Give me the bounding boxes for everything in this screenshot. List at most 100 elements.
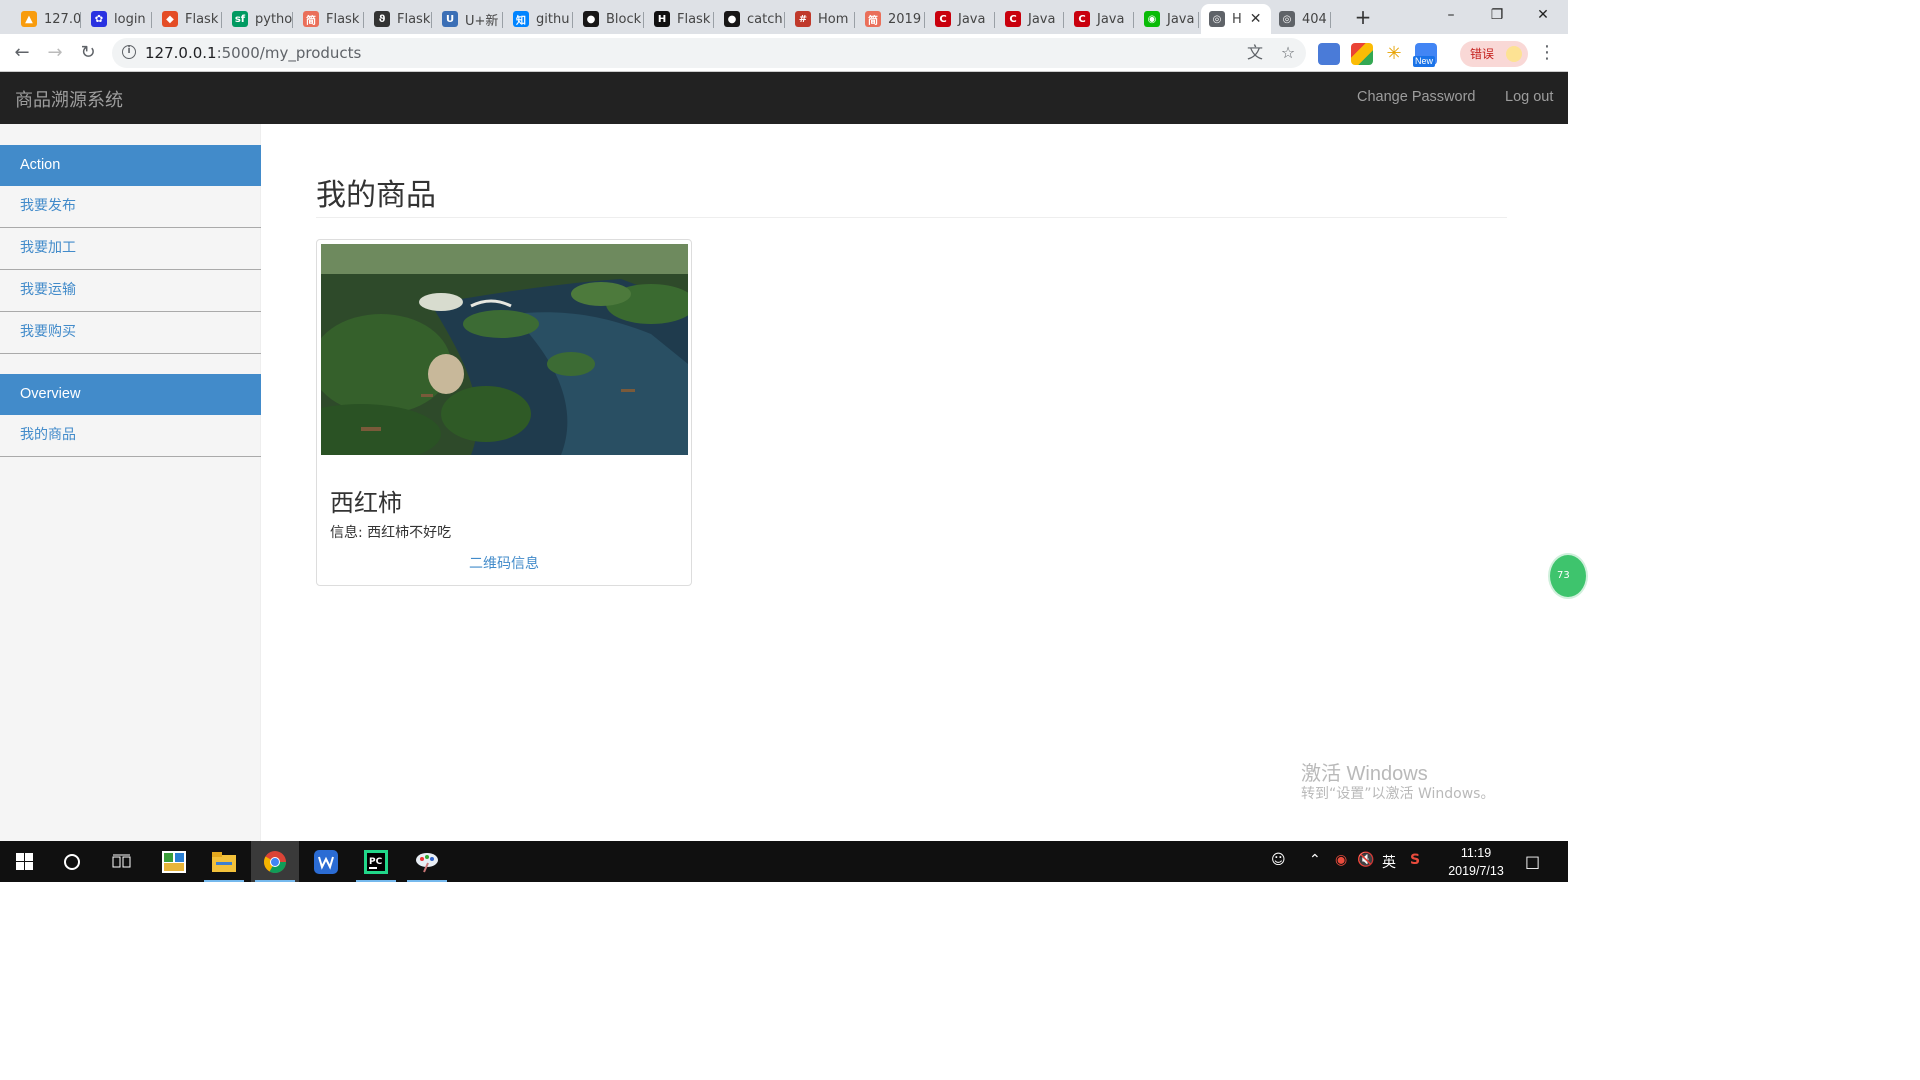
- maps-app-icon[interactable]: [150, 841, 198, 882]
- tab-title: H: [1232, 11, 1242, 27]
- browser-tab[interactable]: ● Block: [575, 4, 644, 34]
- chrome-running-indicator: [255, 880, 295, 882]
- start-windows-icon[interactable]: [0, 841, 48, 882]
- url-host: 127.0.0.1: [145, 44, 217, 62]
- app-navbar: 商品溯源系统 Change Password Log out: [0, 72, 1568, 124]
- wps-writer-icon[interactable]: [302, 841, 350, 882]
- back-button[interactable]: ←: [10, 41, 34, 65]
- browser-tab[interactable]: U U+新: [434, 4, 503, 34]
- sidebar-item-purchase[interactable]: 我要购买: [0, 312, 261, 354]
- browser-tab[interactable]: # Hom: [787, 4, 855, 34]
- search-circle-icon[interactable]: [48, 841, 96, 882]
- browser-tab[interactable]: ✿ login: [83, 4, 152, 34]
- forward-button[interactable]: →: [43, 41, 67, 65]
- tab-separator: [854, 12, 855, 28]
- tab-title: Hom: [818, 11, 849, 27]
- pycharm-icon[interactable]: PC: [352, 841, 400, 882]
- browser-tab[interactable]: C Java: [927, 4, 995, 34]
- action-center-icon[interactable]: □: [1525, 852, 1540, 871]
- clock-time: 11:19: [1460, 846, 1492, 860]
- sidebar-item-publish[interactable]: 我要发布: [0, 186, 261, 228]
- sidebar-item-process[interactable]: 我要加工: [0, 228, 261, 270]
- browser-tab[interactable]: 简 2019: [857, 4, 925, 34]
- change-password-link[interactable]: Change Password: [1357, 89, 1476, 105]
- profile-error-button[interactable]: 错误: [1460, 41, 1528, 67]
- chrome-extension-icon[interactable]: [1351, 43, 1373, 65]
- tab-title: 2019: [888, 11, 922, 27]
- close-window-button[interactable]: ✕: [1520, 0, 1566, 32]
- site-info-icon[interactable]: i: [122, 45, 136, 59]
- sogou-ime-icon[interactable]: S: [1410, 852, 1420, 868]
- paint-running-indicator: [407, 880, 447, 882]
- new-badge: New: [1413, 56, 1436, 67]
- close-tab-icon[interactable]: ✕: [1250, 11, 1262, 27]
- minimize-button[interactable]: –: [1428, 0, 1474, 32]
- new-tab-button[interactable]: +: [1351, 6, 1375, 30]
- title-divider: [316, 217, 1507, 218]
- browser-tab[interactable]: ◎ 404: [1271, 4, 1331, 34]
- tab-title: Flask: [397, 11, 431, 27]
- tray-chevron-up-icon[interactable]: ⌃: [1309, 852, 1321, 868]
- log-out-link[interactable]: Log out: [1505, 89, 1553, 105]
- sidebar-item-my-products[interactable]: 我的商品: [0, 415, 261, 457]
- browser-tab[interactable]: ◎ H ✕: [1201, 4, 1271, 34]
- browser-tab[interactable]: H Flask: [646, 4, 714, 34]
- pycharm-running-indicator: [356, 880, 396, 882]
- baidu-paw-icon: ✿: [91, 11, 107, 27]
- tab-title: Java: [958, 11, 986, 27]
- qrcode-info-link[interactable]: 二维码信息: [317, 553, 691, 573]
- browser-tab[interactable]: ◆ Flask: [154, 4, 222, 34]
- volume-muted-icon[interactable]: 🔇: [1357, 852, 1374, 868]
- browser-tab[interactable]: 简 Flask: [295, 4, 364, 34]
- taskbar-clock[interactable]: 11:19 2019/7/13: [1440, 844, 1512, 880]
- browser-tab[interactable]: C Java: [1066, 4, 1134, 34]
- browser-tab[interactable]: sf pytho: [224, 4, 293, 34]
- tab-separator: [80, 12, 81, 28]
- restore-button[interactable]: ❐: [1474, 0, 1520, 32]
- file-explorer-icon[interactable]: [200, 841, 248, 882]
- h-logo-icon: H: [654, 11, 670, 27]
- browser-tab[interactable]: ▲ 127.0: [13, 4, 81, 34]
- paint-app-icon[interactable]: [403, 841, 451, 882]
- brand-link[interactable]: 商品溯源系统: [15, 86, 123, 112]
- translate-icon[interactable]: 文: [1245, 43, 1265, 63]
- tab-separator: [572, 12, 573, 28]
- tab-separator: [1330, 12, 1331, 28]
- url-text[interactable]: 127.0.0.1:5000/my_products: [145, 44, 361, 62]
- floating-assistant-ball[interactable]: 73: [1548, 553, 1588, 599]
- browser-tab[interactable]: ● catch: [716, 4, 785, 34]
- browser-tab[interactable]: ϑ Flask: [366, 4, 432, 34]
- product-name: 西红柿: [330, 489, 402, 517]
- reload-button[interactable]: ↻: [76, 41, 100, 65]
- ime-tray-icon[interactable]: ◉: [1335, 852, 1347, 868]
- browser-menu-icon[interactable]: ⋮: [1538, 42, 1556, 64]
- tab-separator: [994, 12, 995, 28]
- browser-tab[interactable]: ◉ Java: [1136, 4, 1199, 34]
- globe-icon: ◎: [1209, 11, 1225, 27]
- browser-tab[interactable]: 知 githu: [505, 4, 573, 34]
- tab-title: githu: [536, 11, 570, 27]
- task-view-icon[interactable]: [98, 841, 146, 882]
- pinwheel-extension-icon[interactable]: ✳: [1383, 43, 1405, 65]
- people-icon[interactable]: ☺: [1271, 852, 1286, 868]
- tab-title: Block: [606, 11, 642, 27]
- activate-windows-title: 激活 Windows: [1301, 763, 1428, 785]
- u-plus-icon: U: [442, 11, 458, 27]
- address-bar[interactable]: i 127.0.0.1:5000/my_products 文 ☆: [112, 38, 1306, 68]
- bookmark-star-icon[interactable]: ☆: [1278, 43, 1298, 63]
- ime-mode-indicator[interactable]: 英: [1382, 852, 1396, 872]
- tab-title: Java: [1097, 11, 1125, 27]
- product-image: [321, 244, 688, 455]
- translate-extension-icon[interactable]: [1318, 43, 1340, 65]
- chrome-taskbar-icon[interactable]: [251, 841, 299, 882]
- tab-title: pytho: [255, 11, 293, 27]
- tab-separator: [1063, 12, 1064, 28]
- jianshu-icon: 简: [865, 11, 881, 27]
- zhihu-icon: 知: [513, 11, 529, 27]
- tab-title: 404: [1302, 11, 1327, 27]
- sidebar-header-overview: Overview: [0, 374, 261, 415]
- browser-tab[interactable]: C Java: [997, 4, 1064, 34]
- sidebar-item-transport[interactable]: 我要运输: [0, 270, 261, 312]
- tab-separator: [502, 12, 503, 28]
- tab-separator: [1133, 12, 1134, 28]
